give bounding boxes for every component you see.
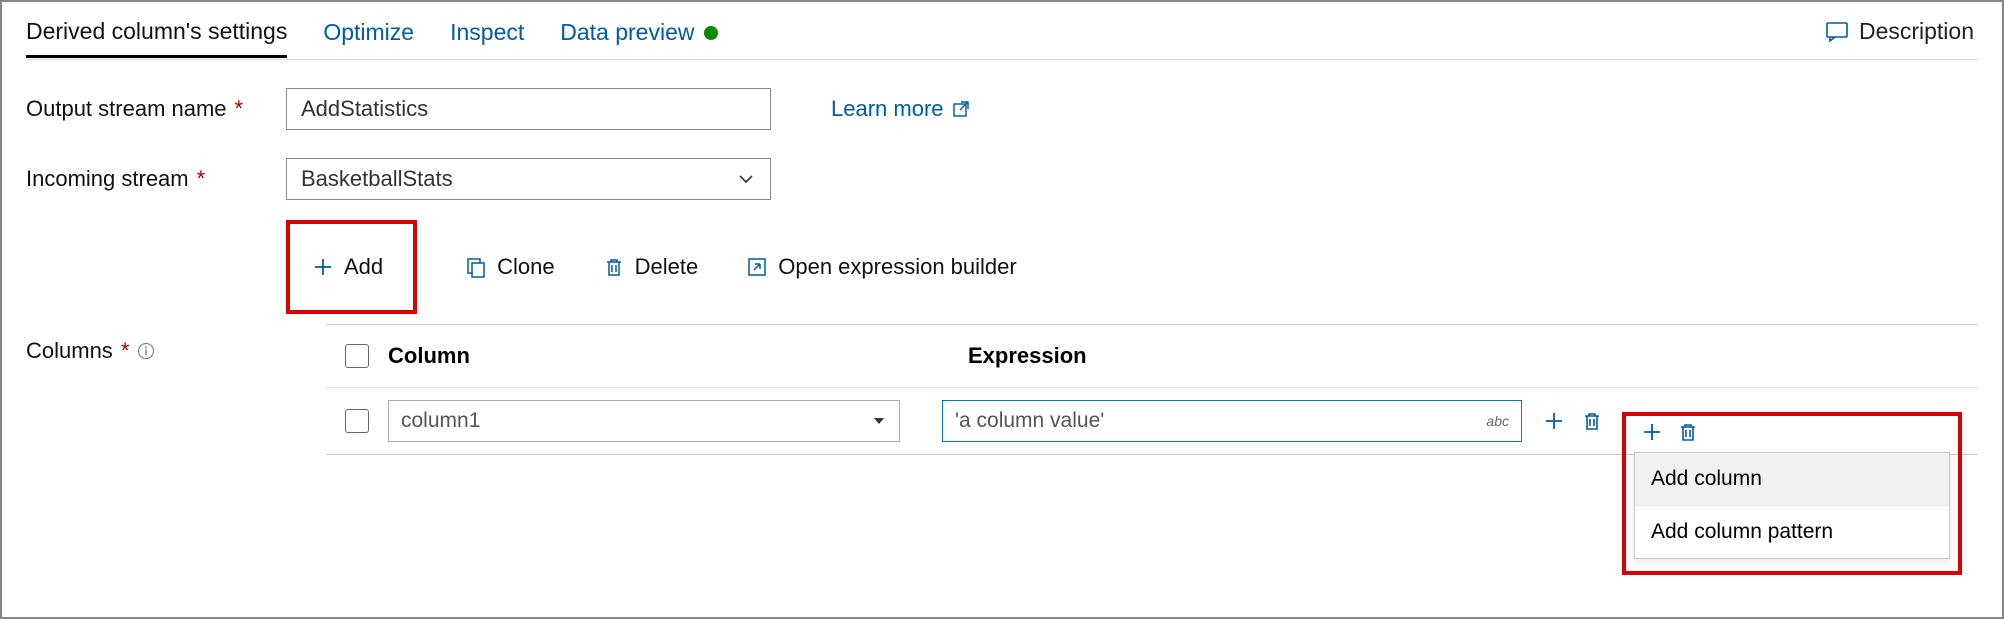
highlight-add-menu: Add column Add column pattern <box>1622 412 1962 575</box>
info-icon[interactable] <box>137 342 155 360</box>
row-incoming-stream: Incoming stream * BasketballStats <box>26 158 1978 200</box>
label-incoming-stream: Incoming stream * <box>26 166 286 192</box>
add-button[interactable]: Add <box>312 244 383 290</box>
tab-optimize[interactable]: Optimize <box>323 19 414 56</box>
column-name-input[interactable]: column1 <box>388 400 900 442</box>
builder-label: Open expression builder <box>778 254 1016 280</box>
status-dot-icon <box>704 26 718 40</box>
chevron-down-icon <box>736 169 756 189</box>
required-asterisk: * <box>197 166 206 192</box>
highlight-add: Add <box>286 220 417 314</box>
header-column: Column <box>388 343 968 369</box>
label-output-stream: Output stream name * <box>26 96 286 122</box>
required-asterisk: * <box>121 338 130 364</box>
row-output-stream: Output stream name * Learn more <box>26 88 1978 130</box>
select-all-checkbox[interactable] <box>345 344 369 368</box>
add-dropdown-menu: Add column Add column pattern <box>1634 452 1950 559</box>
external-link-icon <box>952 100 970 118</box>
plus-icon[interactable] <box>1640 420 1664 444</box>
type-hint: abc <box>1486 413 1509 429</box>
description-label: Description <box>1859 18 1974 45</box>
description-button[interactable]: Description <box>1825 18 1974 45</box>
trash-icon[interactable] <box>1676 420 1700 444</box>
delete-button[interactable]: Delete <box>603 244 699 290</box>
clone-label: Clone <box>497 254 554 280</box>
label-columns: Columns * <box>26 338 286 364</box>
tabs-row: Derived column's settings Optimize Inspe… <box>26 16 1978 60</box>
columns-toolbar: Add Clone Delete Open expression builder <box>286 220 1978 314</box>
comment-icon <box>1825 20 1849 44</box>
copy-icon <box>465 256 487 278</box>
dropdown-action-icons <box>1634 416 1950 452</box>
caret-down-icon <box>871 413 887 429</box>
settings-panel: Derived column's settings Optimize Inspe… <box>0 0 2004 619</box>
delete-label: Delete <box>635 254 699 280</box>
incoming-stream-select[interactable]: BasketballStats <box>286 158 771 200</box>
open-expression-builder-button[interactable]: Open expression builder <box>746 244 1016 290</box>
menu-add-column[interactable]: Add column <box>1635 453 1949 505</box>
trash-icon <box>603 256 625 278</box>
tab-inspect[interactable]: Inspect <box>450 19 524 56</box>
required-asterisk: * <box>235 96 244 122</box>
tab-data-preview[interactable]: Data preview <box>560 19 718 56</box>
open-icon <box>746 256 768 278</box>
plus-icon <box>312 256 334 278</box>
grid-header: Column Expression <box>326 325 1978 387</box>
row-add-icon[interactable] <box>1542 409 1566 433</box>
row-actions <box>1542 409 1604 433</box>
column-name-value: column1 <box>401 409 480 433</box>
tab-settings[interactable]: Derived column's settings <box>26 18 287 58</box>
label-incoming-stream-text: Incoming stream <box>26 166 189 192</box>
add-label: Add <box>344 254 383 280</box>
expression-input[interactable]: 'a column value' abc <box>942 400 1522 442</box>
incoming-stream-value: BasketballStats <box>301 166 453 192</box>
menu-add-column-pattern[interactable]: Add column pattern <box>1635 505 1949 558</box>
row-checkbox[interactable] <box>345 409 369 433</box>
row-delete-icon[interactable] <box>1580 409 1604 433</box>
output-stream-input[interactable] <box>286 88 771 130</box>
tab-data-preview-label: Data preview <box>560 19 694 46</box>
learn-more-text: Learn more <box>831 96 944 122</box>
label-columns-text: Columns <box>26 338 113 364</box>
learn-more-link[interactable]: Learn more <box>831 96 970 122</box>
expression-value: 'a column value' <box>955 409 1104 433</box>
clone-button[interactable]: Clone <box>465 244 554 290</box>
label-output-stream-text: Output stream name <box>26 96 227 122</box>
header-expression: Expression <box>968 343 1087 369</box>
